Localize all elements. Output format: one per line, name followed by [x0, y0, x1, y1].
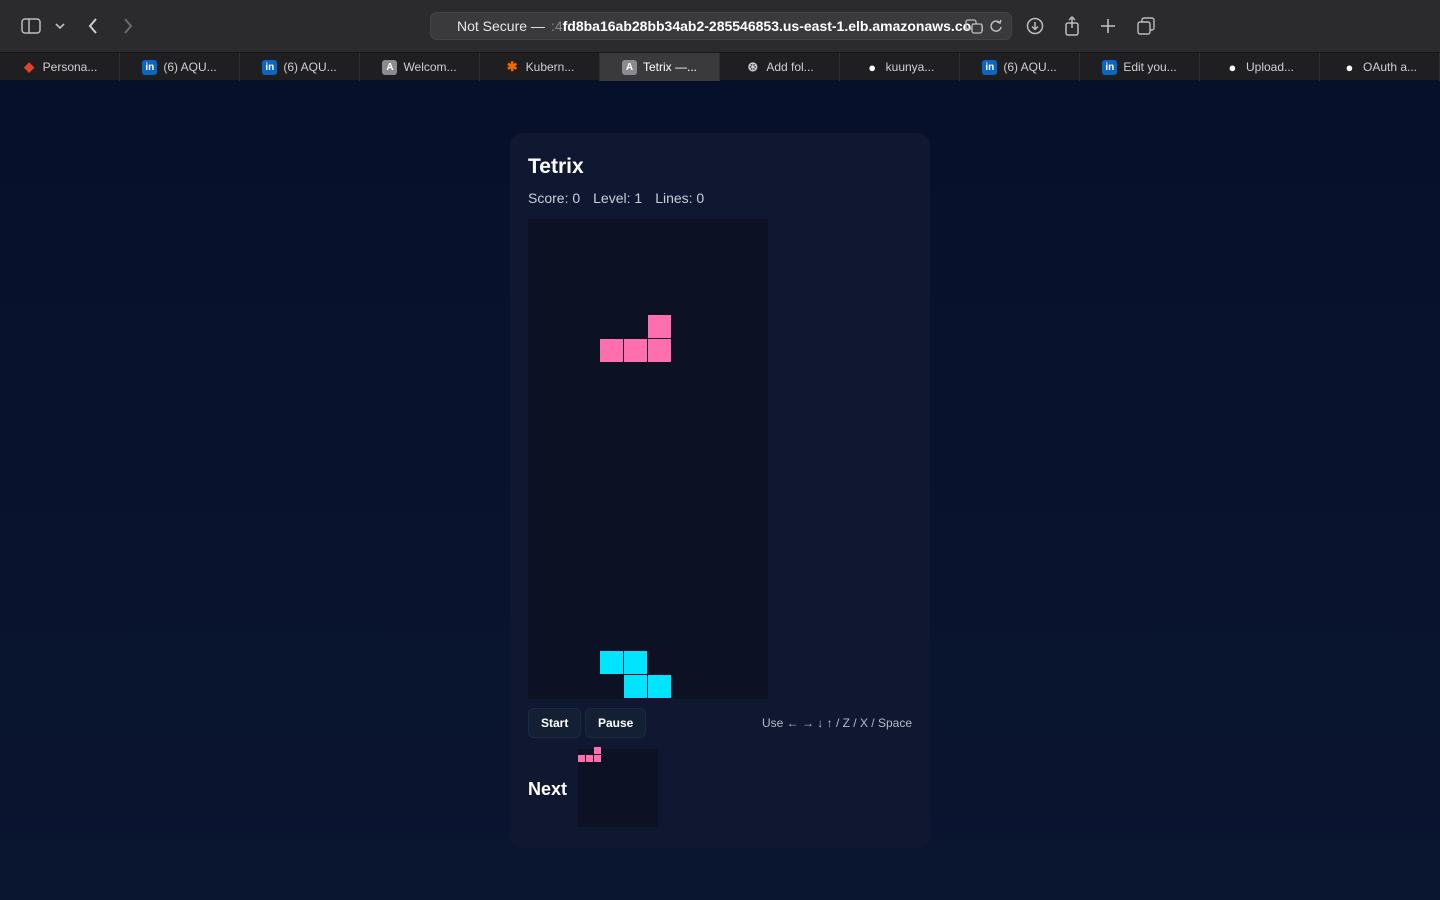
reload-icon[interactable]: [989, 18, 1003, 37]
game-title: Tetrix: [528, 155, 584, 178]
github-icon: ●: [1345, 59, 1354, 75]
next-label: Next: [528, 779, 568, 799]
github-icon: ●: [868, 59, 877, 75]
new-tab-icon[interactable]: [1098, 12, 1118, 40]
address-bar[interactable]: Not Secure — :4 fd8ba16ab28bb34ab2-28554…: [430, 12, 1012, 40]
game-board[interactable]: [528, 219, 768, 699]
browser-tab[interactable]: ◆ Persona...: [0, 53, 120, 81]
github-icon: ●: [1228, 59, 1237, 75]
url-prefix: :4: [550, 18, 563, 34]
grafana-icon: ✱: [506, 59, 518, 74]
score-label: Score: 0: [528, 190, 581, 206]
linkedin-icon: in: [982, 59, 998, 75]
browser-tab-label: OAuth a...: [1362, 60, 1418, 74]
browser-tab-label: kuunya...: [885, 60, 935, 74]
level-label: Level: 1: [593, 190, 643, 206]
browser-tab[interactable]: in (6) AQU...: [120, 53, 240, 81]
gitlab-icon: ◆: [24, 59, 35, 74]
browser-tab[interactable]: in (6) AQU...: [960, 53, 1080, 81]
browser-tab-label: (6) AQU...: [163, 60, 217, 74]
download-icon[interactable]: [1025, 12, 1045, 40]
locked-piece-block: [624, 675, 647, 698]
browser-tab[interactable]: in Edit you...: [1080, 53, 1200, 81]
page-background: Tetrix Score: 0 Level: 1 Lines: 0 Start …: [0, 81, 1440, 900]
active-piece-block: [624, 339, 647, 362]
browser-tab-label: Tetrix —...: [642, 60, 697, 74]
browser-tab[interactable]: ● Upload...: [1200, 53, 1320, 81]
a-letter-icon: A: [382, 59, 398, 75]
linkedin-icon: in: [262, 59, 278, 75]
next-piece-block: [594, 747, 601, 754]
next-piece-block: [578, 755, 585, 762]
sidebar-toggle-icon[interactable]: [20, 12, 42, 40]
browser-tab-label: Edit you...: [1123, 60, 1177, 74]
locked-piece-block: [648, 675, 671, 698]
browser-tab[interactable]: ✱ Kubern...: [480, 53, 600, 81]
not-secure-label: Not Secure —: [457, 18, 545, 34]
next-piece-block: [594, 755, 601, 762]
translate-icon[interactable]: [965, 18, 983, 37]
url-host: fd8ba16ab28bb34ab2-285546853.us-east-1.e…: [562, 18, 984, 34]
tab-strip: ◆ Persona... in (6) AQU... in (6) AQU... A Welc…: [0, 52, 1440, 81]
game-card: Tetrix Score: 0 Level: 1 Lines: 0 Start …: [510, 133, 930, 848]
browser-tab[interactable]: ⊛ Add fol...: [720, 53, 840, 81]
tab-overview-icon[interactable]: [1136, 12, 1156, 40]
active-piece-block: [600, 339, 623, 362]
start-button[interactable]: Start: [528, 708, 582, 738]
chevron-down-icon[interactable]: [53, 12, 67, 40]
back-icon[interactable]: [84, 12, 102, 40]
forward-icon[interactable]: [119, 12, 137, 40]
browser-tab-label: Upload...: [1245, 60, 1295, 74]
browser-tab-label: (6) AQU...: [283, 60, 337, 74]
pause-button[interactable]: Pause: [585, 708, 647, 738]
browser-tab[interactable]: A Tetrix —...: [600, 53, 720, 81]
controls-hint: Use ← → ↓ ↑ / Z / X / Space: [761, 716, 912, 730]
linkedin-icon: in: [142, 59, 158, 75]
linkedin-icon: in: [1102, 59, 1118, 75]
active-piece-block: [648, 339, 671, 362]
browser-toolbar: Not Secure — :4 fd8ba16ab28bb34ab2-28554…: [0, 0, 1440, 52]
browser-tab[interactable]: A Welcom...: [360, 53, 480, 81]
browser-tab[interactable]: ● kuunya...: [840, 53, 960, 81]
next-piece-preview: [578, 747, 658, 827]
browser-tab-label: (6) AQU...: [1003, 60, 1057, 74]
browser-tab-label: Welcom...: [403, 60, 457, 74]
browser-tab[interactable]: in (6) AQU...: [240, 53, 360, 81]
locked-piece-block: [600, 651, 623, 674]
stats-bar: Score: 0 Level: 1 Lines: 0: [528, 190, 704, 206]
locked-piece-block: [624, 651, 647, 674]
next-piece-block: [586, 755, 593, 762]
active-piece-block: [648, 315, 671, 338]
browser-tab-label: Persona...: [42, 60, 98, 74]
browser-tab-label: Kubern...: [525, 60, 575, 74]
browser-tab-label: Add fol...: [766, 60, 814, 74]
openai-icon: ⊛: [747, 59, 759, 74]
share-icon[interactable]: [1062, 12, 1082, 40]
a-letter-icon: A: [621, 59, 637, 75]
lines-label: Lines: 0: [655, 190, 705, 206]
browser-tab[interactable]: ● OAuth a...: [1320, 53, 1440, 81]
